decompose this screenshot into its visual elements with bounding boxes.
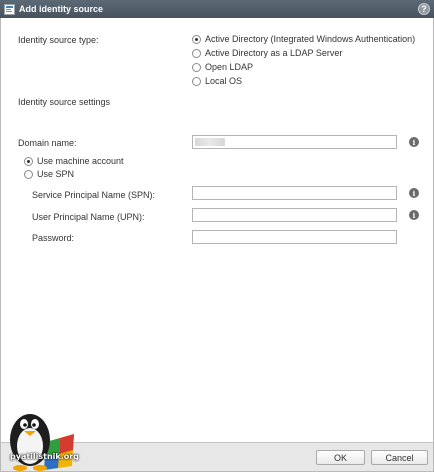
penguin-mascot-icon [10,414,74,471]
identity-source-settings-label: Identity source settings [18,97,111,107]
radio-button[interactable] [24,169,33,179]
help-button[interactable]: ? [418,3,430,15]
radio-label: Active Directory (Integrated Windows Aut… [205,34,416,44]
password-input[interactable] [192,230,397,244]
radio-button[interactable] [192,48,201,58]
radio-label: Open LDAP [205,62,254,72]
spn-input[interactable] [192,186,397,200]
radio-button[interactable] [192,62,201,72]
upn-label: User Principal Name (UPN): [32,212,145,222]
identity-source-type-label: Identity source type: [18,35,99,45]
radio-button-checked[interactable] [192,34,201,44]
upn-info-icon[interactable]: i [409,210,419,220]
dialog-titlebar: Add identity source ? [0,0,434,18]
add-identity-source-icon [4,3,15,15]
radio-open-ldap[interactable]: Open LDAP [192,62,253,72]
dialog-title: Add identity source [19,4,104,14]
domain-name-input[interactable] [192,135,397,149]
radio-label: Use machine account [37,156,124,166]
upn-input[interactable] [192,208,397,222]
radio-button[interactable] [192,76,201,86]
radio-label: Use SPN [37,169,75,179]
radio-use-spn[interactable]: Use SPN [24,169,74,179]
cancel-button[interactable]: Cancel [371,450,428,465]
radio-active-directory-ldap[interactable]: Active Directory as a LDAP Server [192,48,342,58]
domain-name-info-icon[interactable]: i [409,137,419,147]
radio-local-os[interactable]: Local OS [192,76,242,86]
ok-button[interactable]: OK [316,450,365,465]
radio-label: Active Directory as a LDAP Server [205,48,343,58]
domain-name-label: Domain name: [18,138,77,148]
spn-label: Service Principal Name (SPN): [32,190,156,200]
radio-label: Local OS [205,76,243,86]
watermark-text: pyatilistnik.org [10,452,79,461]
radio-button-checked[interactable] [24,156,33,166]
dialog-content: Identity source type: Active Directory (… [0,18,434,442]
spn-info-icon[interactable]: i [409,188,419,198]
radio-use-machine-account[interactable]: Use machine account [24,156,124,166]
obscured-domain-value [195,138,225,146]
radio-active-directory-iwa[interactable]: Active Directory (Integrated Windows Aut… [192,34,415,44]
password-label: Password: [32,233,75,243]
